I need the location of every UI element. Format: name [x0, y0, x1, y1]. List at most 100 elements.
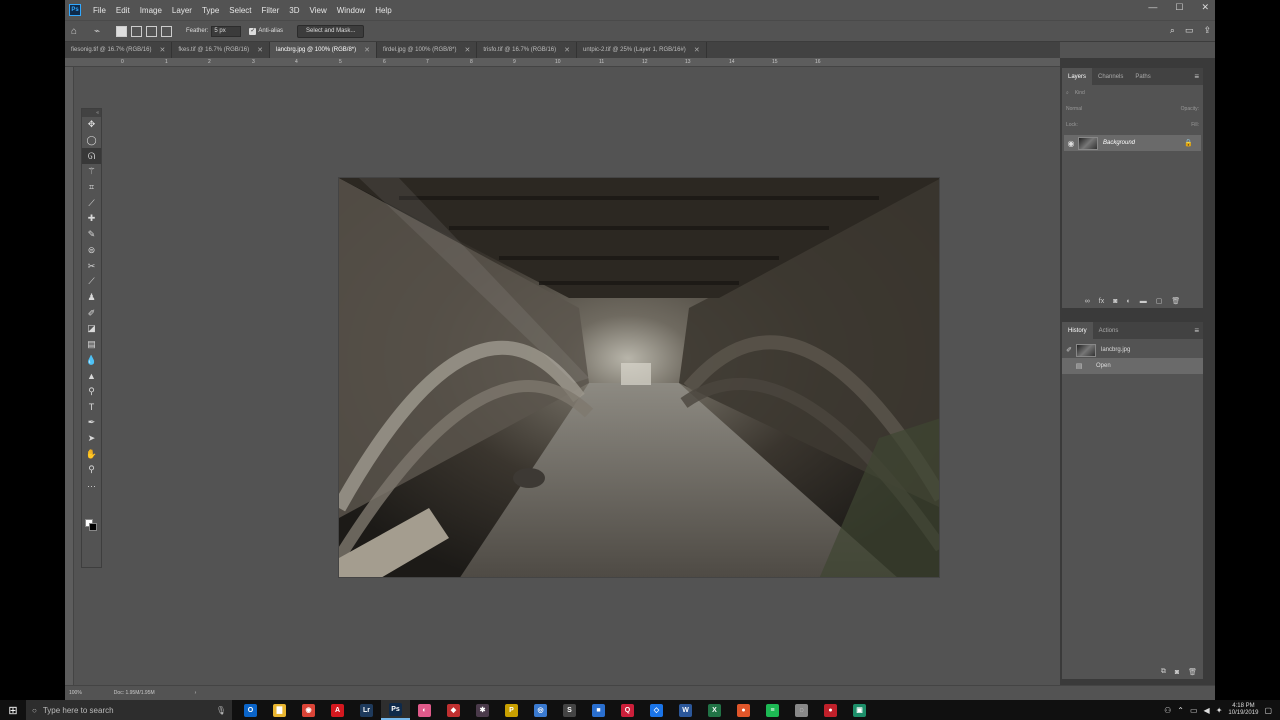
new-layer-icon[interactable]: ▢: [1156, 297, 1163, 305]
taskbar-app-outlook[interactable]: O: [236, 700, 265, 720]
delete-state-icon[interactable]: 🗑: [1188, 668, 1197, 676]
eyedropper-tool-icon[interactable]: ⟋: [82, 195, 101, 211]
more-tools-icon[interactable]: ···: [82, 478, 101, 494]
tab-layers[interactable]: Layers: [1062, 68, 1093, 85]
close-icon[interactable]: ✕: [564, 46, 570, 54]
taskbar-app-dropbox[interactable]: ◇: [642, 700, 671, 720]
art-history-brush-icon[interactable]: ✐: [82, 305, 101, 321]
taskbar-app-word[interactable]: W: [671, 700, 700, 720]
panel-menu-icon[interactable]: ≡: [1194, 72, 1199, 81]
fx-icon[interactable]: fx: [1099, 298, 1104, 305]
layer-row-background[interactable]: ◉ Background 🔒: [1064, 135, 1201, 151]
taskbar-app-app-swirl[interactable]: ◎: [526, 700, 555, 720]
tool-preset-picker[interactable]: ⌁: [91, 25, 103, 37]
close-icon[interactable]: ✕: [257, 46, 263, 54]
taskbar-clock[interactable]: 4:18 PM 10/19/2019: [1228, 703, 1258, 717]
pen-tool-icon[interactable]: ✒: [82, 415, 101, 431]
taskbar-app-app-pink[interactable]: ◐: [410, 700, 439, 720]
network-icon[interactable]: ▭: [1190, 706, 1198, 715]
notifications-icon[interactable]: ▢: [1264, 706, 1272, 715]
gradient-tool-icon[interactable]: ▤: [82, 337, 101, 353]
hand-tool-icon[interactable]: ✋: [82, 446, 101, 462]
add-mask-icon[interactable]: ◙: [1113, 298, 1117, 305]
chevron-up-icon[interactable]: ⌃: [1177, 706, 1184, 715]
menu-layer[interactable]: Layer: [167, 6, 197, 15]
tab-document[interactable]: fkes.tif @ 16.7% (RGB/16) ✕: [172, 42, 270, 58]
vertical-ruler[interactable]: [65, 67, 74, 685]
taskbar-app-app-s[interactable]: S: [555, 700, 584, 720]
panel-menu-icon[interactable]: ≡: [1194, 326, 1199, 335]
history-brush-source-icon[interactable]: ✐: [1062, 346, 1076, 354]
lasso-tool-icon[interactable]: ᘏ: [82, 148, 101, 165]
type-tool-icon[interactable]: T: [82, 399, 101, 415]
menu-filter[interactable]: Filter: [257, 6, 285, 15]
tab-document[interactable]: firdel.jpg @ 100% (RGB/8*) ✕: [377, 42, 478, 58]
new-group-icon[interactable]: ▬: [1140, 298, 1147, 305]
menu-image[interactable]: Image: [135, 6, 167, 15]
crop-tool-icon[interactable]: ⌗: [82, 180, 101, 196]
menu-select[interactable]: Select: [224, 6, 256, 15]
horizontal-ruler[interactable]: 0 1 2 3 4 5 6 7 8 9 10 11 12 13 14 15 16: [65, 58, 1060, 67]
zoom-tool-icon[interactable]: ⚲: [82, 462, 101, 478]
subtract-from-selection-button[interactable]: [146, 25, 157, 37]
taskbar-app-chrome[interactable]: ◉: [294, 700, 323, 720]
clone-stamp-tool-icon[interactable]: ⊜: [82, 243, 101, 259]
background-color-swatch[interactable]: [89, 523, 97, 531]
close-icon[interactable]: ✕: [694, 46, 700, 54]
tab-channels[interactable]: Channels: [1092, 68, 1129, 85]
zoom-level[interactable]: 100%: [69, 690, 82, 696]
intersect-selection-button[interactable]: [161, 25, 172, 37]
minimize-button[interactable]: —: [1148, 2, 1157, 13]
taskbar-app-photoshop[interactable]: Ps: [381, 700, 410, 720]
new-document-from-state-icon[interactable]: ⧉: [1161, 668, 1166, 676]
close-icon[interactable]: ✕: [159, 46, 165, 54]
taskbar-app-app-slack[interactable]: ✱: [468, 700, 497, 720]
search-icon[interactable]: ⌕: [1170, 25, 1175, 36]
stamp-tool-icon[interactable]: ♟: [82, 290, 101, 306]
close-button[interactable]: ✕: [1201, 2, 1209, 13]
layer-filter-row[interactable]: ⌕ Kind: [1062, 85, 1203, 101]
add-to-selection-button[interactable]: [131, 25, 142, 37]
volume-icon[interactable]: ◀: [1204, 706, 1210, 715]
brush-tool-icon[interactable]: ✎: [82, 227, 101, 243]
tab-document[interactable]: untpic-2.tif @ 25% (Layer 1, RGB/16#) ✕: [577, 42, 707, 58]
share-icon[interactable]: ⇪: [1203, 25, 1211, 36]
select-and-mask-button[interactable]: Select and Mask...: [297, 24, 365, 38]
dodge-tool-icon[interactable]: ⚲: [82, 384, 101, 400]
panel-collapse-icon[interactable]: «: [82, 109, 101, 117]
taskbar-app-app-p[interactable]: P: [497, 700, 526, 720]
menu-file[interactable]: File: [88, 6, 111, 15]
feather-input[interactable]: 5 px: [211, 25, 242, 37]
brush-small-tool-icon[interactable]: ⟋: [82, 274, 101, 290]
elliptical-marquee-tool-icon[interactable]: ◯: [82, 133, 101, 149]
history-snapshot[interactable]: ✐ lancbrg.jpg: [1062, 342, 1203, 358]
microphone-icon[interactable]: 🎙: [216, 706, 226, 715]
taskbar-app-app-q[interactable]: Q: [613, 700, 642, 720]
menu-edit[interactable]: Edit: [111, 6, 135, 15]
close-icon[interactable]: ✕: [364, 46, 370, 54]
status-arrow-icon[interactable]: ›: [195, 690, 197, 696]
taskbar-app-excel[interactable]: X: [700, 700, 729, 720]
taskbar-app-app-orange[interactable]: ●: [729, 700, 758, 720]
menu-3d[interactable]: 3D: [284, 6, 304, 15]
tab-paths[interactable]: Paths: [1129, 68, 1156, 85]
windows-start-icon[interactable]: ⊞: [0, 704, 26, 717]
taskbar-app-file-explorer[interactable]: ▇: [265, 700, 294, 720]
history-brush-tool-icon[interactable]: ✂: [82, 258, 101, 274]
tab-history[interactable]: History: [1062, 322, 1093, 339]
adjustment-layer-icon[interactable]: ◐: [1126, 298, 1130, 305]
move-tool-icon[interactable]: ✥: [82, 117, 101, 133]
tab-actions[interactable]: Actions: [1093, 322, 1125, 339]
taskbar-app-app-green[interactable]: ▣: [845, 700, 874, 720]
taskbar-app-app-shield[interactable]: ◆: [439, 700, 468, 720]
eraser-tool-icon[interactable]: ◪: [82, 321, 101, 337]
magic-wand-tool-icon[interactable]: ⚚: [82, 164, 101, 180]
taskbar-app-app-blue[interactable]: ■: [584, 700, 613, 720]
document-canvas[interactable]: [338, 177, 940, 578]
taskbar-app-app-white[interactable]: ◌: [787, 700, 816, 720]
anti-alias-checkbox[interactable]: ✓ Anti-alias: [249, 27, 283, 35]
blend-mode-select[interactable]: Normal: [1066, 106, 1082, 112]
path-selection-tool-icon[interactable]: ➤: [82, 431, 101, 447]
dropbox-tray-icon[interactable]: ✦: [1216, 706, 1223, 715]
healing-brush-tool-icon[interactable]: ✚: [82, 211, 101, 227]
